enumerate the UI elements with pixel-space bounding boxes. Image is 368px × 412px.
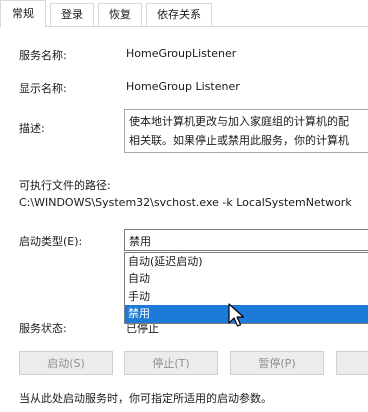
resume-button[interactable] (336, 351, 368, 375)
stop-button[interactable]: 停止(T) (124, 351, 218, 375)
description-line-1: 使本地计算机更改与加入家庭组的计算机的配 (129, 115, 349, 128)
startup-option-disabled[interactable]: 禁用 (125, 305, 368, 323)
service-status-label: 服务状态: (19, 322, 67, 335)
startup-option-auto[interactable]: 自动 (125, 270, 368, 288)
tab-strip: 常规 登录 恢复 依存关系 (0, 0, 368, 27)
description-line-2: 相关联。如果停止或禁用此服务，你的计算机 (129, 134, 349, 147)
description-box[interactable]: 使本地计算机更改与加入家庭组的计算机的配 相关联。如果停止或禁用此服务，你的计算… (124, 109, 368, 153)
tab-logon[interactable]: 登录 (50, 3, 94, 26)
startup-type-select[interactable]: 禁用 (124, 229, 368, 251)
startup-option-auto-delayed[interactable]: 自动(延迟启动) (125, 253, 368, 271)
display-name-label: 显示名称: (19, 82, 67, 95)
display-name-value: HomeGroup Listener (126, 80, 240, 93)
executable-path-value: C:\WINDOWS\System32\svchost.exe -k Local… (19, 196, 352, 209)
startup-type-dropdown: 自动(延迟启动) 自动 手动 禁用 (124, 252, 368, 324)
service-name-label: 服务名称: (19, 49, 67, 62)
description-label: 描述: (19, 122, 45, 135)
footer-hint: 当从此处启动服务时，你可指定所适用的启动参数。 (19, 392, 272, 405)
tab-general[interactable]: 常规 (0, 0, 46, 27)
service-name-value: HomeGroupListener (126, 47, 237, 60)
startup-type-label: 启动类型(E): (19, 235, 83, 248)
startup-type-selected: 禁用 (129, 235, 151, 248)
pause-button[interactable]: 暂停(P) (230, 351, 324, 375)
startup-option-manual[interactable]: 手动 (125, 288, 368, 306)
mouse-pointer-icon (228, 303, 245, 327)
executable-path-label: 可执行文件的路径: (19, 179, 111, 192)
tab-dependencies[interactable]: 依存关系 (146, 3, 212, 26)
tab-recovery[interactable]: 恢复 (98, 3, 142, 26)
start-button[interactable]: 启动(S) (19, 351, 113, 375)
